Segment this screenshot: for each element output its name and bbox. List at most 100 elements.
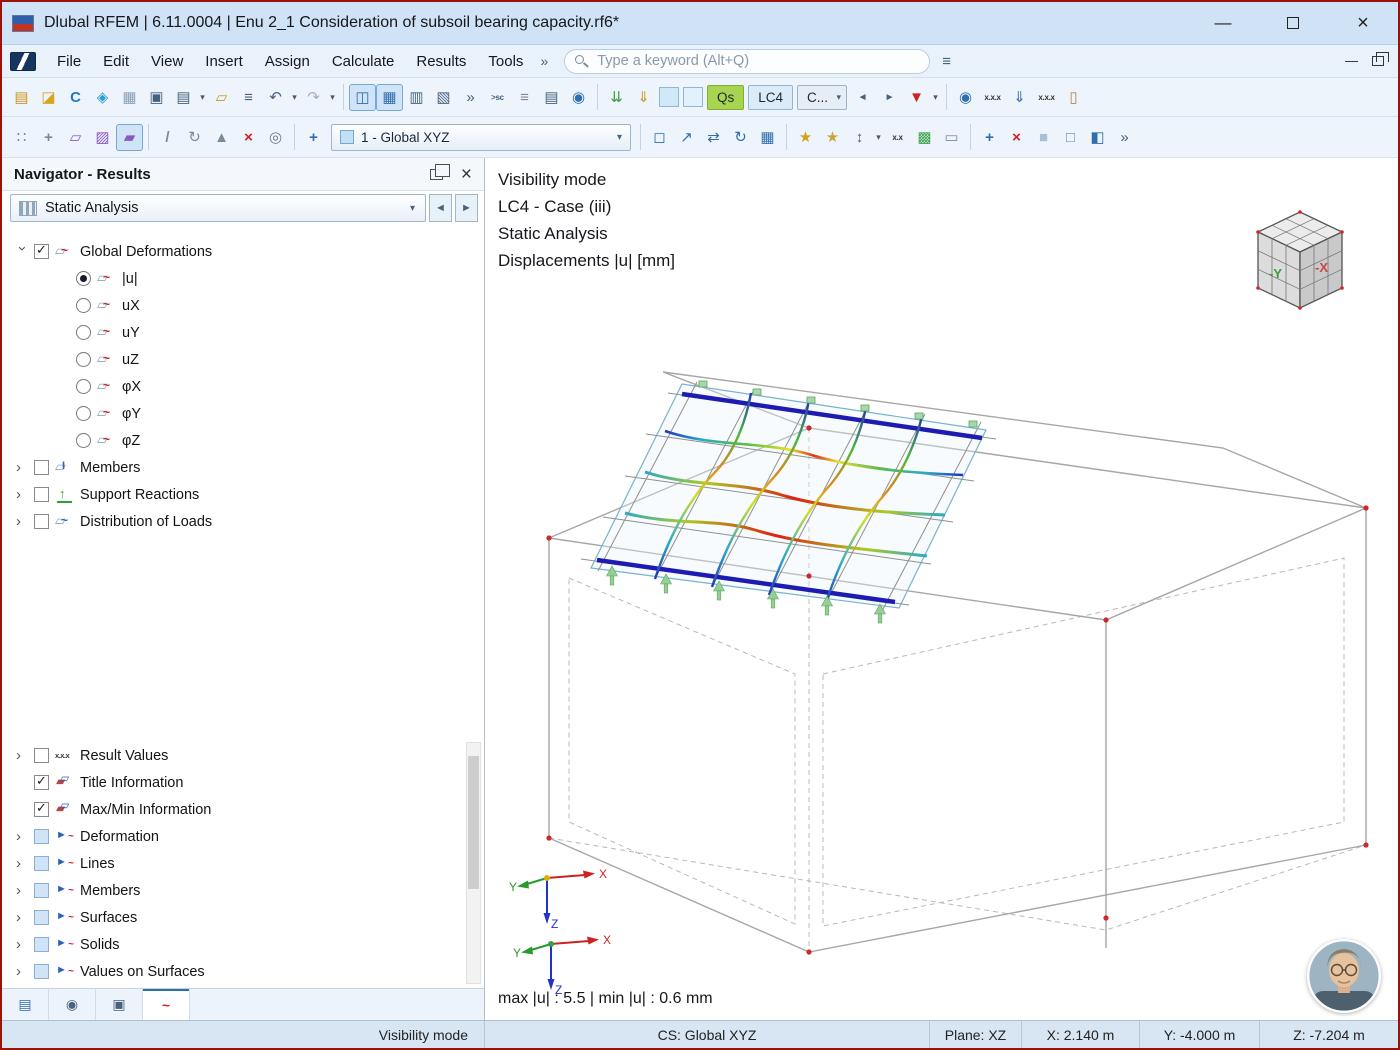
tables-toggle-icon[interactable]: ▦ — [376, 83, 403, 111]
tree-item-control[interactable] — [34, 487, 49, 502]
minmax-dropdown-icon[interactable]: ▾ — [873, 132, 884, 143]
coordinate-system-dropdown[interactable]: 1 - Global XYZ — [331, 123, 631, 151]
minmax-values-icon[interactable]: ↕ — [846, 124, 873, 151]
model-cube-icon[interactable]: ◈ — [89, 84, 116, 111]
menu-results[interactable]: Results — [405, 46, 477, 77]
xx-values-icon[interactable]: x.x — [884, 124, 911, 151]
qs-button[interactable]: Qs — [707, 84, 745, 110]
solid-view-icon[interactable]: ■ — [1030, 124, 1057, 151]
tree-item-control[interactable] — [34, 937, 49, 952]
combination-wizard-icon[interactable]: ★ — [819, 124, 846, 151]
close-panel-icon[interactable] — [461, 165, 472, 184]
maximize-button[interactable] — [1258, 2, 1328, 44]
navigator-scrollbar[interactable] — [466, 742, 481, 984]
rotate-entities-icon[interactable]: ↻ — [727, 124, 754, 151]
guidelines-icon[interactable]: / — [154, 124, 181, 151]
zoom-select-icon[interactable]: + — [976, 124, 1003, 151]
menu-calculate[interactable]: Calculate — [321, 46, 406, 77]
copy-entities-icon[interactable]: ⇄ — [700, 124, 727, 151]
separator[interactable] — [640, 124, 641, 150]
separator[interactable] — [786, 124, 787, 150]
tree-item-control[interactable] — [76, 406, 91, 421]
rotate-plane-icon[interactable]: ↻ — [181, 124, 208, 151]
sc-generator-icon[interactable]: >sc — [484, 84, 511, 111]
plane-settings-icon[interactable]: ◎ — [262, 124, 289, 151]
tab-visibility[interactable]: ◉ — [49, 989, 96, 1020]
delete-selection-icon[interactable]: × — [235, 124, 262, 151]
add-note-icon[interactable]: ▱ — [208, 84, 235, 111]
expander-icon[interactable] — [16, 246, 28, 258]
web-services-icon[interactable]: ◉ — [565, 84, 592, 111]
expander-icon[interactable] — [16, 831, 28, 843]
tree-item[interactable]: Surfaces — [2, 904, 462, 931]
tree-item[interactable]: φZ — [2, 427, 462, 454]
tree-item[interactable]: Members — [2, 877, 462, 904]
move-entities-icon[interactable]: ↗ — [673, 124, 700, 151]
minimize-button[interactable]: — — [1188, 2, 1258, 44]
snap-icon[interactable]: + — [35, 124, 62, 151]
tree-item-control[interactable] — [76, 433, 91, 448]
expander-icon[interactable] — [16, 966, 28, 978]
tree-item[interactable]: Solids — [2, 931, 462, 958]
show-results-icon[interactable]: ◉ — [952, 84, 979, 111]
float-panel-icon[interactable] — [429, 163, 450, 180]
keyword-search-input[interactable] — [564, 48, 931, 74]
redo-icon[interactable]: ↷ — [300, 84, 327, 111]
layers-icon[interactable]: ≡ — [511, 84, 538, 111]
tree-item-control[interactable] — [34, 964, 49, 979]
section-view-icon[interactable]: ◧ — [1084, 124, 1111, 151]
tree-item-control[interactable] — [34, 883, 49, 898]
tab-data[interactable]: ▤ — [2, 989, 49, 1020]
tree-item-control[interactable] — [76, 298, 91, 313]
tree-item-control[interactable] — [34, 242, 49, 259]
sections-icon[interactable]: ▧ — [430, 84, 457, 111]
tree-item-control[interactable] — [34, 773, 49, 790]
menu-insert[interactable]: Insert — [194, 46, 254, 77]
separator[interactable] — [294, 124, 295, 150]
clipboard-icon[interactable]: ≡ — [235, 84, 262, 111]
point-grid-icon[interactable]: ∷ — [8, 124, 35, 151]
previous-case-icon[interactable]: ◄ — [849, 84, 876, 111]
mesh-settings-icon[interactable]: ▭ — [938, 124, 965, 151]
workplane-xy-icon[interactable]: ▱ — [62, 124, 89, 151]
load-color-swatch-1[interactable] — [659, 87, 679, 107]
tree-item-control[interactable] — [34, 910, 49, 925]
menu-tools[interactable]: Tools — [477, 46, 534, 77]
open-model-icon[interactable]: ◪ — [35, 84, 62, 111]
workplane-yz-icon[interactable]: ▰ — [116, 123, 143, 151]
tree-item-control[interactable] — [76, 379, 91, 394]
redo-dropdown-icon[interactable]: ▾ — [327, 92, 338, 103]
close-button[interactable]: × — [1328, 2, 1398, 44]
separator[interactable] — [343, 84, 344, 110]
tree-item-control[interactable] — [34, 748, 49, 763]
expander-icon[interactable] — [16, 750, 28, 762]
undo-dropdown-icon[interactable]: ▾ — [289, 92, 300, 103]
separator[interactable] — [597, 84, 598, 110]
filter-results-icon[interactable]: ▼ — [903, 84, 930, 111]
navigation-cube[interactable]: -Y -X — [1225, 192, 1375, 332]
tree-item-control[interactable] — [34, 800, 49, 817]
tab-views[interactable]: ▣ — [96, 989, 143, 1020]
more-tools-icon[interactable]: » — [1111, 124, 1138, 151]
menu-edit[interactable]: Edit — [92, 46, 140, 77]
delete-results-icon[interactable]: × — [1003, 124, 1030, 151]
report-icon[interactable]: ▤ — [538, 84, 565, 111]
tree-item[interactable]: uZ — [2, 346, 462, 373]
expander-icon[interactable] — [16, 885, 28, 897]
surface-loads-icon[interactable]: ⇓ — [630, 84, 657, 111]
separator[interactable] — [148, 124, 149, 150]
result-diagrams-icon[interactable]: ▥ — [403, 84, 430, 111]
tab-results[interactable]: ~ — [143, 989, 190, 1020]
expand-panel-icon[interactable]: » — [457, 84, 484, 111]
generate-combinations-icon[interactable]: ★ — [792, 124, 819, 151]
wireframe-view-icon[interactable]: □ — [1057, 124, 1084, 151]
tree-item[interactable]: Title Information — [2, 769, 462, 796]
print-dropdown-icon[interactable]: ▾ — [197, 92, 208, 103]
tree-item[interactable]: Values on Surfaces — [2, 958, 462, 985]
advanced-search-icon[interactable]: ≡ — [942, 53, 951, 70]
tree-item[interactable]: Deformation — [2, 823, 462, 850]
tree-item[interactable]: uX — [2, 292, 462, 319]
tree-item[interactable]: φX — [2, 373, 462, 400]
next-case-icon[interactable]: ► — [876, 84, 903, 111]
member-loads-icon[interactable]: ⇊ — [603, 84, 630, 111]
